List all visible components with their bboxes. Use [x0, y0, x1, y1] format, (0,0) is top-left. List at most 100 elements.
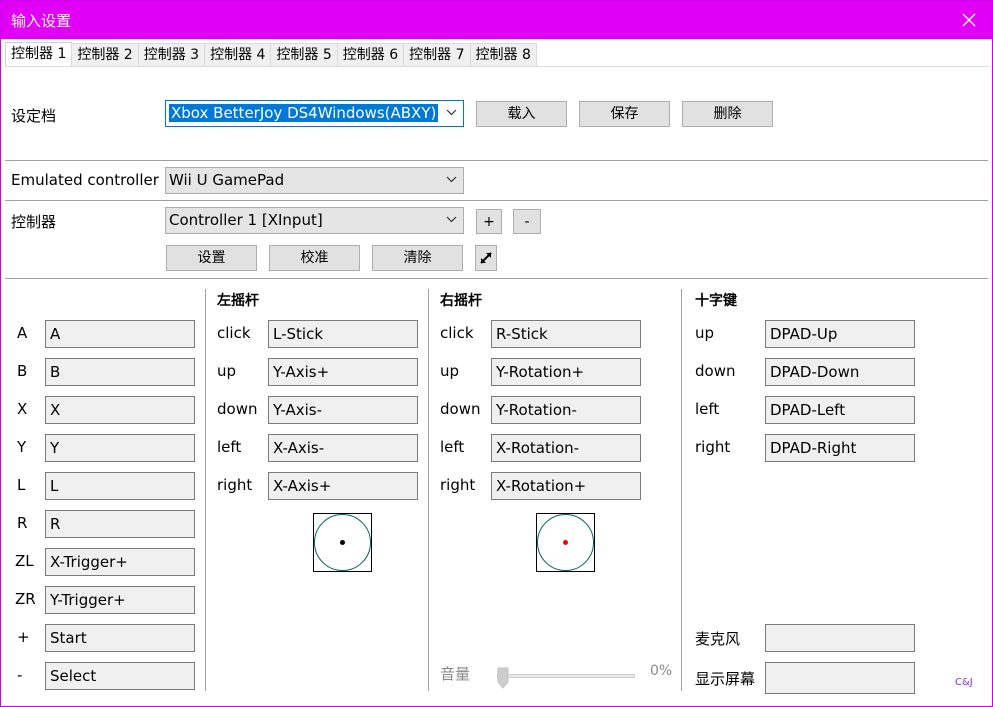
- right-stick-field-up[interactable]: Y-Rotation+: [491, 358, 641, 386]
- chevron-down-icon: [446, 109, 457, 116]
- dpad-label-right: right: [695, 438, 731, 456]
- expand-button[interactable]: [475, 245, 497, 271]
- left-stick-preview: [313, 513, 372, 572]
- right-stick-field-click[interactable]: R-Stick: [491, 320, 641, 348]
- mapping-label-zr: ZR: [15, 590, 36, 608]
- mapping-field-l[interactable]: L: [45, 472, 195, 500]
- left-stick-label-right: right: [217, 476, 253, 494]
- dpad-label-left: left: [695, 400, 720, 418]
- dpad-label-up: up: [695, 324, 715, 342]
- dpad-field-up[interactable]: DPAD-Up: [765, 320, 915, 348]
- volume-slider-thumb[interactable]: [497, 667, 509, 689]
- mapping-label-x: X: [17, 400, 28, 418]
- emulated-controller-value: Wii U GamePad: [169, 171, 285, 189]
- left-stick-label-up: up: [217, 362, 237, 380]
- mapping-field-zl[interactable]: X-Trigger+: [45, 548, 195, 576]
- tab-controller-2[interactable]: 控制器 2: [71, 43, 139, 67]
- volume-value: 0%: [650, 663, 673, 679]
- volume-slider[interactable]: [495, 667, 637, 689]
- mic-field[interactable]: [765, 624, 915, 652]
- mapping-field-zr[interactable]: Y-Trigger+: [45, 586, 195, 614]
- close-button[interactable]: [946, 1, 992, 39]
- emulated-controller-label: Emulated controller: [11, 171, 159, 189]
- profile-select[interactable]: Xbox BetterJoy DS4Windows(ABXY): [165, 100, 464, 127]
- calibrate-button[interactable]: 校准: [269, 245, 360, 271]
- mapping-label-r: R: [17, 514, 28, 532]
- column-divider: [428, 289, 429, 691]
- right-stick-field-down[interactable]: Y-Rotation-: [491, 396, 641, 424]
- mapping-label-l: L: [17, 476, 26, 494]
- left-stick-field-right[interactable]: X-Axis+: [268, 472, 418, 500]
- divider: [5, 200, 988, 201]
- mapping-label-a: A: [17, 324, 28, 342]
- tab-controller-5[interactable]: 控制器 5: [270, 43, 338, 67]
- right-stick-field-left[interactable]: X-Rotation-: [491, 434, 641, 462]
- mapping-label-minus: -: [17, 666, 23, 684]
- right-stick-field-right[interactable]: X-Rotation+: [491, 472, 641, 500]
- volume-label: 音量: [440, 665, 471, 683]
- controller-tabs: 控制器 1 控制器 2 控制器 3 控制器 4 控制器 5 控制器 6 控制器 …: [5, 42, 537, 67]
- right-stick-heading: 右摇杆: [440, 293, 482, 309]
- divider: [5, 278, 988, 279]
- left-stick-label-left: left: [217, 438, 242, 456]
- setup-button[interactable]: 设置: [166, 245, 257, 271]
- left-stick-field-left[interactable]: X-Axis-: [268, 434, 418, 462]
- profile-label: 设定档: [11, 107, 57, 125]
- load-profile-button[interactable]: 载入: [476, 101, 567, 127]
- mapping-field-b[interactable]: B: [45, 358, 195, 386]
- mapping-field-a[interactable]: A: [45, 320, 195, 348]
- right-stick-label-down: down: [440, 400, 481, 418]
- mapping-label-b: B: [17, 362, 28, 380]
- left-stick-position-icon: [314, 514, 371, 571]
- add-controller-button[interactable]: +: [476, 209, 502, 234]
- mapping-label-zl: ZL: [15, 552, 34, 570]
- left-stick-field-up[interactable]: Y-Axis+: [268, 358, 418, 386]
- left-stick-field-down[interactable]: Y-Axis-: [268, 396, 418, 424]
- clear-button[interactable]: 清除: [372, 245, 463, 271]
- mapping-field-x[interactable]: X: [45, 396, 195, 424]
- mic-label: 麦克风: [695, 630, 741, 648]
- tab-controller-8[interactable]: 控制器 8: [469, 43, 537, 67]
- left-stick-heading: 左摇杆: [217, 293, 259, 309]
- remove-controller-button[interactable]: -: [513, 209, 541, 234]
- tab-panel: 设定档 Xbox BetterJoy DS4Windows(ABXY) 载入 保…: [5, 66, 990, 703]
- screen-label: 显示屏幕: [695, 670, 756, 688]
- window-title: 输入设置: [11, 12, 72, 30]
- title-bar: 输入设置: [1, 1, 992, 39]
- mapping-field-plus[interactable]: Start: [45, 624, 195, 652]
- right-stick-label-click: click: [440, 324, 474, 342]
- right-stick-preview: [536, 513, 595, 572]
- dpad-heading: 十字键: [695, 293, 737, 309]
- footer-mark: C&J: [955, 677, 973, 688]
- mapping-field-y[interactable]: Y: [45, 434, 195, 462]
- left-stick-label-down: down: [217, 400, 258, 418]
- dpad-field-right[interactable]: DPAD-Right: [765, 434, 915, 462]
- delete-profile-button[interactable]: 删除: [682, 101, 773, 127]
- tab-controller-1[interactable]: 控制器 1: [5, 42, 73, 67]
- mapping-field-r[interactable]: R: [45, 510, 195, 538]
- tab-controller-4[interactable]: 控制器 4: [204, 43, 272, 67]
- right-stick-position-icon: [537, 514, 594, 571]
- mapping-label-plus: +: [17, 628, 30, 646]
- mapping-field-minus[interactable]: Select: [45, 662, 195, 690]
- chevron-down-icon: [446, 176, 457, 183]
- left-stick-label-click: click: [217, 324, 251, 342]
- expand-arrows-icon: [480, 252, 492, 264]
- emulated-controller-select[interactable]: Wii U GamePad: [165, 167, 464, 194]
- profile-select-value: Xbox BetterJoy DS4Windows(ABXY): [169, 104, 439, 122]
- mapping-label-y: Y: [17, 438, 27, 456]
- dpad-field-left[interactable]: DPAD-Left: [765, 396, 915, 424]
- screen-field[interactable]: [765, 662, 915, 694]
- tab-controller-3[interactable]: 控制器 3: [137, 43, 206, 67]
- right-stick-label-left: left: [440, 438, 465, 456]
- divider: [5, 160, 988, 161]
- dpad-field-down[interactable]: DPAD-Down: [765, 358, 915, 386]
- controller-select[interactable]: Controller 1 [XInput]: [165, 207, 464, 234]
- tab-controller-6[interactable]: 控制器 6: [336, 43, 405, 67]
- save-profile-button[interactable]: 保存: [579, 101, 670, 127]
- volume-slider-track: [497, 674, 635, 678]
- chevron-down-icon: [446, 216, 457, 223]
- tab-controller-7[interactable]: 控制器 7: [403, 43, 471, 67]
- left-stick-field-click[interactable]: L-Stick: [268, 320, 418, 348]
- input-settings-window: 输入设置 控制器 1 控制器 2 控制器 3 控制器 4 控制器 5 控制器 6…: [0, 0, 993, 707]
